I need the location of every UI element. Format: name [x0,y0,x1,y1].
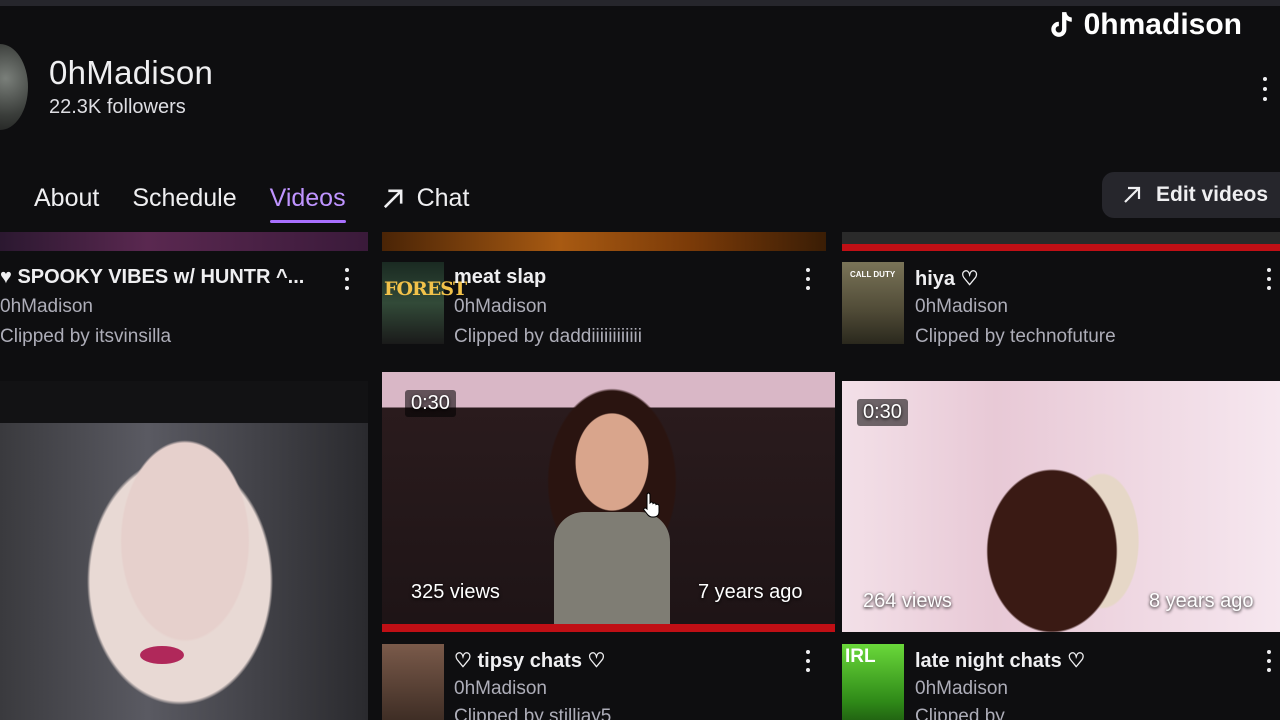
heart-icon: ♥ [0,266,18,288]
tab-chat-label: Chat [416,184,470,212]
clip-channel[interactable]: 0hMadison [454,296,547,318]
tab-about-label: About [34,184,100,212]
tiktok-icon [1050,12,1072,37]
clip-age: 8 years ago [1149,590,1254,612]
game-logo[interactable]: FOREST [382,262,467,344]
clip-title[interactable]: late night chats ♡ [915,648,1085,673]
clip-title-text: SPOOKY VIBES w/ HUNTR ^... [17,266,305,288]
clip-title[interactable]: ♡ tipsy chats ♡ [454,648,605,673]
clip-title[interactable]: ♥ SPOOKY VIBES w/ HUNTR ^... [0,266,304,289]
mouse-cursor-icon [643,492,660,518]
streamer-webcam-overlay [0,381,368,720]
game-logo[interactable] [382,644,444,720]
tab-videos-label: Videos [269,184,346,212]
clip-clipper[interactable]: Clipped by daddiiiiiiiiiiii [454,326,642,348]
tab-schedule-label: Schedule [132,184,237,212]
clip-clipper[interactable]: Clipped by itsvinsilla [0,326,171,348]
more-options-icon[interactable] [1258,74,1272,104]
clip-views: 325 views [411,581,500,603]
tab-about[interactable]: About [34,184,99,213]
clip-title[interactable]: hiya ♡ [915,266,979,291]
clip-more-icon[interactable] [1264,650,1274,672]
tab-videos[interactable]: Videos [269,184,346,223]
game-logo-text: IRL [845,646,876,667]
game-logo[interactable]: CALL DUTY [842,262,904,344]
channel-tabs: About Schedule Videos Chat [34,184,470,223]
clip-more-icon[interactable] [1264,268,1274,290]
follower-count: 22.3K followers [49,96,186,118]
clip-thumbnail[interactable] [0,232,368,251]
clip-channel[interactable]: 0hMadison [915,678,1008,700]
clip-clipper[interactable]: Clipped by [915,706,1005,720]
clip-views: 264 views [863,590,952,612]
clip-duration: 0:30 [857,399,908,426]
tiktok-watermark: 0hmadison [1048,8,1242,42]
channel-avatar[interactable] [0,44,28,130]
clip-more-icon[interactable] [803,650,813,672]
tab-chat[interactable]: Chat [379,184,470,213]
clip-more-icon[interactable] [342,268,352,290]
external-arrow-icon [1124,186,1141,203]
clip-more-icon[interactable] [803,268,813,290]
clip-channel[interactable]: 0hMadison [454,678,547,700]
clip-title[interactable]: meat slap [454,266,546,289]
edit-videos-label: Edit videos [1156,183,1269,206]
clip-channel[interactable]: 0hMadison [0,296,93,318]
channel-name[interactable]: 0hMadison [49,54,213,92]
clip-thumbnail[interactable] [382,232,826,251]
clip-age: 7 years ago [698,581,803,603]
top-border [0,0,1280,6]
edit-videos-button[interactable]: Edit videos [1102,172,1280,218]
clip-channel[interactable]: 0hMadison [915,296,1008,318]
clip-thumbnail[interactable] [842,232,1280,251]
clip-clipper[interactable]: Clipped by stilljay5 [454,706,611,720]
clip-clipper[interactable]: Clipped by technofuture [915,326,1116,348]
tab-schedule[interactable]: Schedule [132,184,236,213]
external-arrow-icon [383,189,403,208]
tiktok-handle: 0hmadison [1083,8,1242,41]
game-logo-text: CALL DUTY [850,270,896,279]
game-logo[interactable]: IRL [842,644,904,720]
clip-duration: 0:30 [405,390,456,417]
